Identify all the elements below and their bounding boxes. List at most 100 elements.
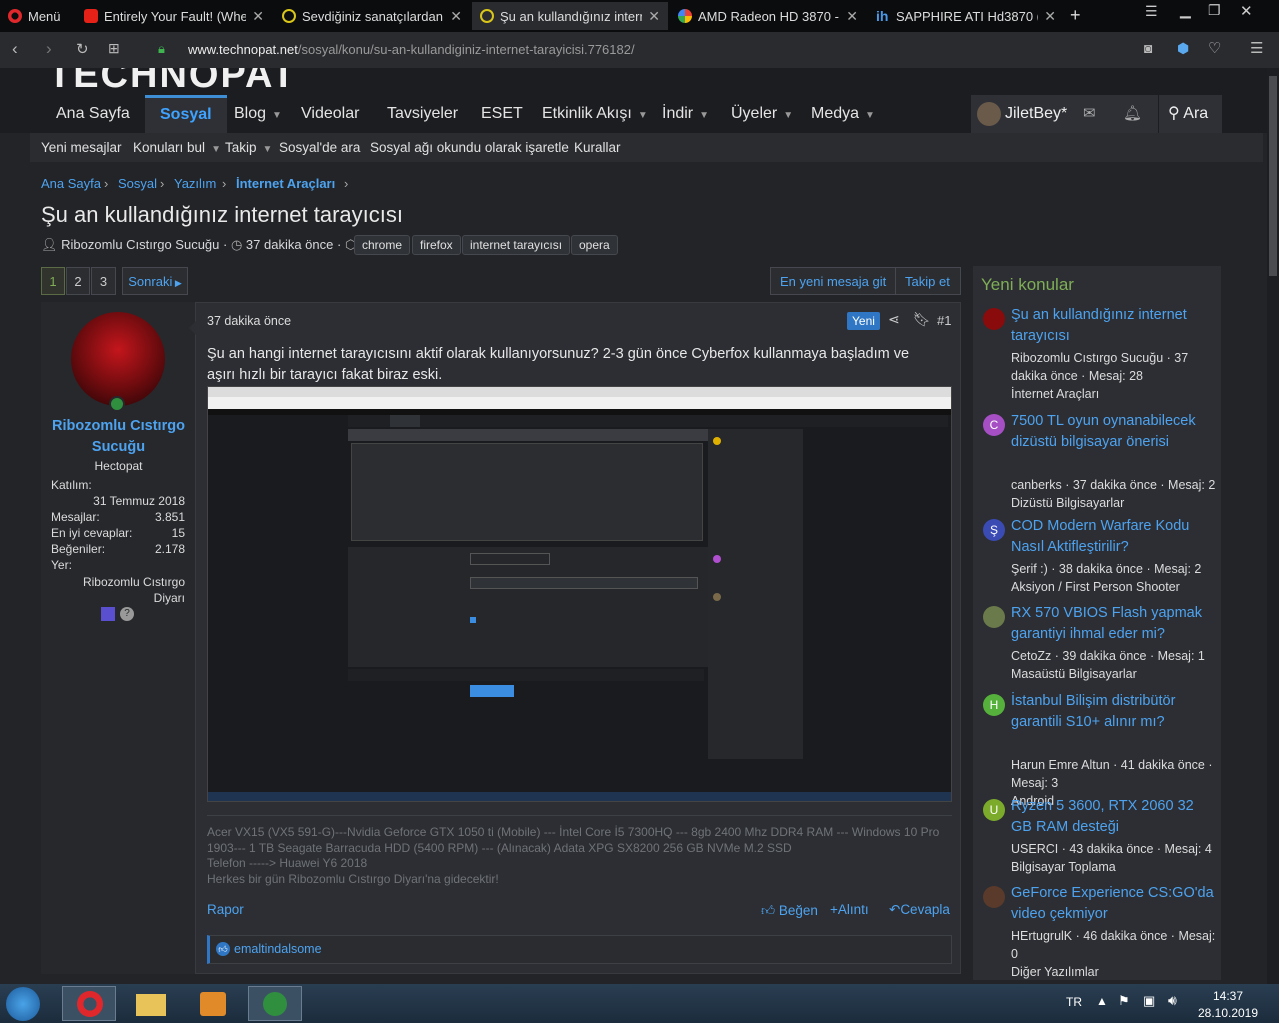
- action-center-icon[interactable]: ⚑: [1118, 993, 1130, 1009]
- tag-opera[interactable]: opera: [571, 235, 618, 255]
- search-button[interactable]: ⚲ Ara: [1168, 95, 1208, 133]
- close-tab-icon[interactable]: ✕: [450, 8, 462, 25]
- reply-button[interactable]: ↶Cevapla: [889, 902, 950, 918]
- maximize-icon[interactable]: ❐: [1208, 2, 1221, 19]
- page-2-button[interactable]: 2: [66, 267, 90, 295]
- reload-icon[interactable]: ↻: [76, 40, 89, 58]
- subnav-yeni-mesajlar[interactable]: Yeni mesajlar: [41, 133, 122, 162]
- taskbar-opera[interactable]: [62, 986, 116, 1021]
- sidebar-thread-link[interactable]: COD Modern Warfare Kodu Nasıl Aktifleşti…: [1011, 516, 1216, 557]
- subnav-takip[interactable]: Takip ▼: [225, 133, 272, 162]
- next-page-button[interactable]: Sonraki ▶: [122, 267, 188, 295]
- bell-icon[interactable]: 🔔︎: [1123, 95, 1142, 133]
- sidebar-thread-link[interactable]: İstanbul Bilişim distribütör garantili S…: [1011, 691, 1216, 732]
- nav-uyeler[interactable]: Üyeler ▼: [716, 95, 808, 133]
- liked-by-link[interactable]: emaltindalsome: [234, 942, 322, 956]
- avatar[interactable]: [71, 312, 165, 406]
- nav-sosyal[interactable]: Sosyal: [145, 95, 227, 133]
- bookmark-icon[interactable]: 🔖︎: [913, 311, 931, 328]
- thread-forum[interactable]: Masaüstü Bilgisayarlar: [1011, 667, 1137, 681]
- nav-ana-sayfa[interactable]: Ana Sayfa: [41, 95, 145, 133]
- browser-tab[interactable]: Sevdiğiniz sanatçılardan bir ✕: [274, 2, 470, 30]
- network-icon[interactable]: ▣: [1143, 993, 1155, 1009]
- thread-forum[interactable]: Bilgisayar Toplama: [1011, 860, 1116, 874]
- page-1-button[interactable]: 1: [41, 267, 65, 295]
- avatar[interactable]: U: [983, 799, 1005, 821]
- opera-menu-button[interactable]: Menü: [0, 2, 72, 30]
- tag-firefox[interactable]: firefox: [412, 235, 461, 255]
- bookmark-heart-icon[interactable]: ♡: [1208, 39, 1221, 57]
- page-scrollbar[interactable]: [1267, 68, 1279, 984]
- inbox-icon[interactable]: ✉: [1083, 95, 1096, 133]
- tag-chrome[interactable]: chrome: [354, 235, 411, 255]
- tray-expand-icon[interactable]: ▲: [1096, 994, 1108, 1008]
- post-author-name[interactable]: Ribozomlu Cıstırgo Sucuğu: [41, 416, 196, 458]
- scrollbar-thumb[interactable]: [1269, 76, 1277, 276]
- close-tab-icon[interactable]: ✕: [1044, 8, 1056, 25]
- browser-tab[interactable]: AMD Radeon HD 3870 - Go ✕: [670, 2, 866, 30]
- thread-meta-text[interactable]: Şerif :) · 38 dakika önce · Mesaj: 2: [1011, 562, 1201, 576]
- clock-date[interactable]: 28.10.2019: [1196, 1006, 1260, 1020]
- post-attachment-image[interactable]: [207, 386, 952, 802]
- forward-icon[interactable]: ›: [46, 39, 52, 59]
- breadcrumb-item[interactable]: Sosyal: [118, 176, 157, 191]
- avatar[interactable]: H: [983, 694, 1005, 716]
- sidebar-thread-link[interactable]: 7500 TL oyun oynanabilecek dizüstü bilgi…: [1011, 411, 1216, 452]
- thread-forum[interactable]: Aksiyon / First Person Shooter: [1011, 580, 1180, 594]
- avatar[interactable]: [983, 886, 1005, 908]
- browser-tab[interactable]: ih SAPPHIRE ATI Hd3870 (256 ✕: [868, 2, 1064, 30]
- post-number[interactable]: #1: [937, 313, 951, 328]
- adblock-icon[interactable]: ⬢: [1177, 40, 1189, 57]
- nav-tavsiyeler[interactable]: Tavsiyeler: [372, 95, 473, 133]
- nav-medya[interactable]: Medya ▼: [796, 95, 890, 133]
- goto-latest-button[interactable]: En yeni mesaja git: [770, 267, 897, 295]
- site-logo[interactable]: TECHNOPAT: [48, 68, 297, 97]
- like-button[interactable]: 👍︎ Beğen: [761, 902, 818, 919]
- taskbar-media-player[interactable]: [186, 986, 240, 1021]
- taskbar-app[interactable]: [248, 986, 302, 1021]
- avatar[interactable]: C: [983, 414, 1005, 436]
- thread-meta-text[interactable]: Ribozomlu Cıstırgo Sucuğu · 37 dakika ön…: [1011, 351, 1188, 383]
- sidebar-thread-link[interactable]: Şu an kullandığınız internet tarayıcısı: [1011, 305, 1216, 346]
- tab-menu-icon[interactable]: ☰: [1145, 3, 1158, 20]
- quote-button[interactable]: +Alıntı: [830, 902, 869, 917]
- camera-icon[interactable]: ◙: [1144, 40, 1152, 56]
- sidebar-thread-link[interactable]: GeForce Experience CS:GO'da video çekmiy…: [1011, 883, 1216, 924]
- share-icon[interactable]: ⋖: [888, 311, 900, 328]
- report-link[interactable]: Rapor: [207, 902, 244, 917]
- taskbar-explorer[interactable]: [124, 986, 178, 1021]
- thread-meta-text[interactable]: canberks · 37 dakika önce · Mesaj: 2: [1011, 478, 1215, 492]
- thread-time[interactable]: 37 dakika önce: [246, 237, 333, 252]
- avatar[interactable]: Ş: [983, 519, 1005, 541]
- subnav-sosyalde-ara[interactable]: Sosyal'de ara: [279, 133, 360, 162]
- user-menu-name[interactable]: JiletBey*: [1005, 95, 1067, 133]
- language-indicator[interactable]: TR: [1066, 995, 1082, 1009]
- close-tab-icon[interactable]: ✕: [252, 8, 264, 25]
- thread-author[interactable]: Ribozomlu Cıstırgo Sucuğu: [61, 237, 219, 252]
- thread-forum[interactable]: İnternet Araçları: [1011, 387, 1099, 401]
- page-3-button[interactable]: 3: [91, 267, 116, 295]
- thread-meta-text[interactable]: USERCI · 43 dakika önce · Mesaj: 4: [1011, 842, 1212, 856]
- speed-dial-icon[interactable]: ⊞: [108, 40, 120, 57]
- minimize-icon[interactable]: ▁: [1180, 2, 1191, 19]
- url-field[interactable]: www.technopat.net/sosyal/konu/su-an-kull…: [188, 42, 635, 57]
- thread-forum[interactable]: Diğer Yazılımlar: [1011, 965, 1099, 979]
- browser-tab[interactable]: Entirely Your Fault! (When I ✕: [76, 2, 272, 30]
- easy-setup-icon[interactable]: ☰: [1250, 39, 1263, 57]
- sidebar-thread-link[interactable]: RX 570 VBIOS Flash yapmak garantiyi ihma…: [1011, 603, 1216, 644]
- close-tab-icon[interactable]: ✕: [846, 8, 858, 25]
- tag-internet-tarayicisi[interactable]: internet tarayıcısı: [462, 235, 571, 255]
- volume-icon[interactable]: 🔊︎: [1168, 992, 1177, 1009]
- subnav-konulari-bul[interactable]: Konuları bul ▼: [133, 133, 221, 162]
- close-window-icon[interactable]: ✕: [1240, 2, 1253, 20]
- start-button[interactable]: [6, 987, 40, 1021]
- avatar[interactable]: [983, 606, 1005, 628]
- thread-forum[interactable]: Dizüstü Bilgisayarlar: [1011, 496, 1124, 510]
- post-time[interactable]: 37 dakika önce: [207, 314, 291, 328]
- breadcrumb-item[interactable]: Ana Sayfa: [41, 176, 101, 191]
- thread-meta-text[interactable]: HErtugrulK · 46 dakika önce · Mesaj: 0: [1011, 929, 1215, 961]
- subnav-kurallar[interactable]: Kurallar: [574, 133, 621, 162]
- back-icon[interactable]: ‹: [12, 39, 18, 59]
- close-tab-icon[interactable]: ✕: [648, 8, 660, 25]
- avatar[interactable]: [983, 308, 1005, 330]
